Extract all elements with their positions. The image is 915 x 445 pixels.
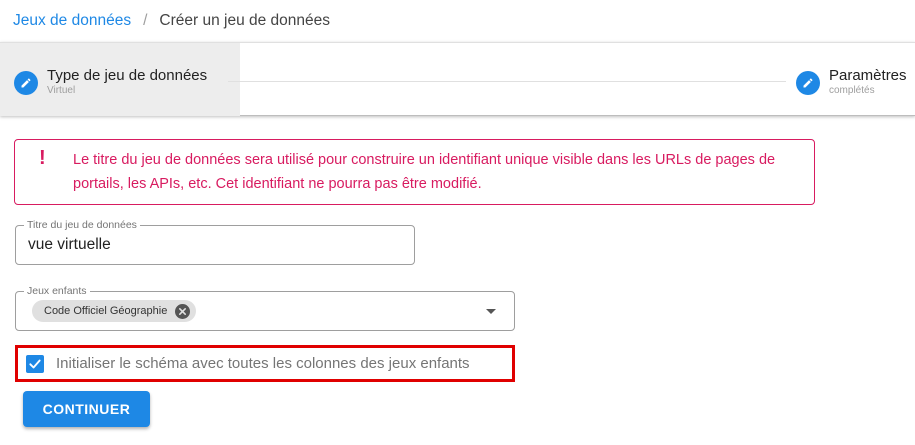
init-schema-checkbox[interactable]	[26, 354, 44, 373]
breadcrumb-separator: /	[143, 12, 148, 29]
child-datasets-select[interactable]: Jeux enfants Code Officiel Géographie	[15, 284, 515, 331]
chevron-down-icon[interactable]	[486, 309, 496, 314]
pencil-icon	[14, 71, 38, 95]
dataset-title-field: Titre du jeu de données	[15, 218, 415, 265]
step-dataset-type[interactable]: Type de jeu de données Virtuel	[14, 67, 207, 97]
step-divider	[228, 81, 786, 82]
breadcrumb: Jeux de données / Créer un jeu de donnée…	[0, 0, 915, 42]
init-schema-checkbox-row: Initialiser le schéma avec toutes les co…	[15, 345, 515, 382]
dataset-chip: Code Officiel Géographie	[32, 300, 197, 322]
alert-text: Le titre du jeu de données sera utilisé …	[73, 152, 776, 192]
exclamation-icon: !	[39, 147, 46, 169]
step-subtitle: Virtuel	[47, 85, 76, 96]
info-alert: ! Le titre du jeu de données sera utilis…	[14, 139, 815, 205]
close-icon[interactable]	[175, 303, 191, 319]
step-title: Type de jeu de données	[47, 67, 208, 84]
continue-button[interactable]: CONTINUER	[23, 391, 150, 427]
step-parameters[interactable]: Paramètres complétés	[796, 67, 907, 97]
breadcrumb-link-datasets[interactable]: Jeux de données	[13, 12, 131, 30]
breadcrumb-current: Créer un jeu de données	[159, 12, 331, 29]
pencil-icon	[796, 71, 820, 95]
chip-label: Code Officiel Géographie	[44, 305, 168, 317]
stepper: Type de jeu de données Virtuel Paramètre…	[0, 42, 915, 116]
init-schema-label[interactable]: Initialiser le schéma avec toutes les co…	[56, 355, 470, 372]
child-datasets-label: Jeux enfants	[24, 284, 90, 298]
step-title: Paramètres	[829, 67, 907, 84]
dataset-title-input[interactable]	[16, 226, 414, 264]
step-subtitle: complétés	[829, 85, 875, 96]
